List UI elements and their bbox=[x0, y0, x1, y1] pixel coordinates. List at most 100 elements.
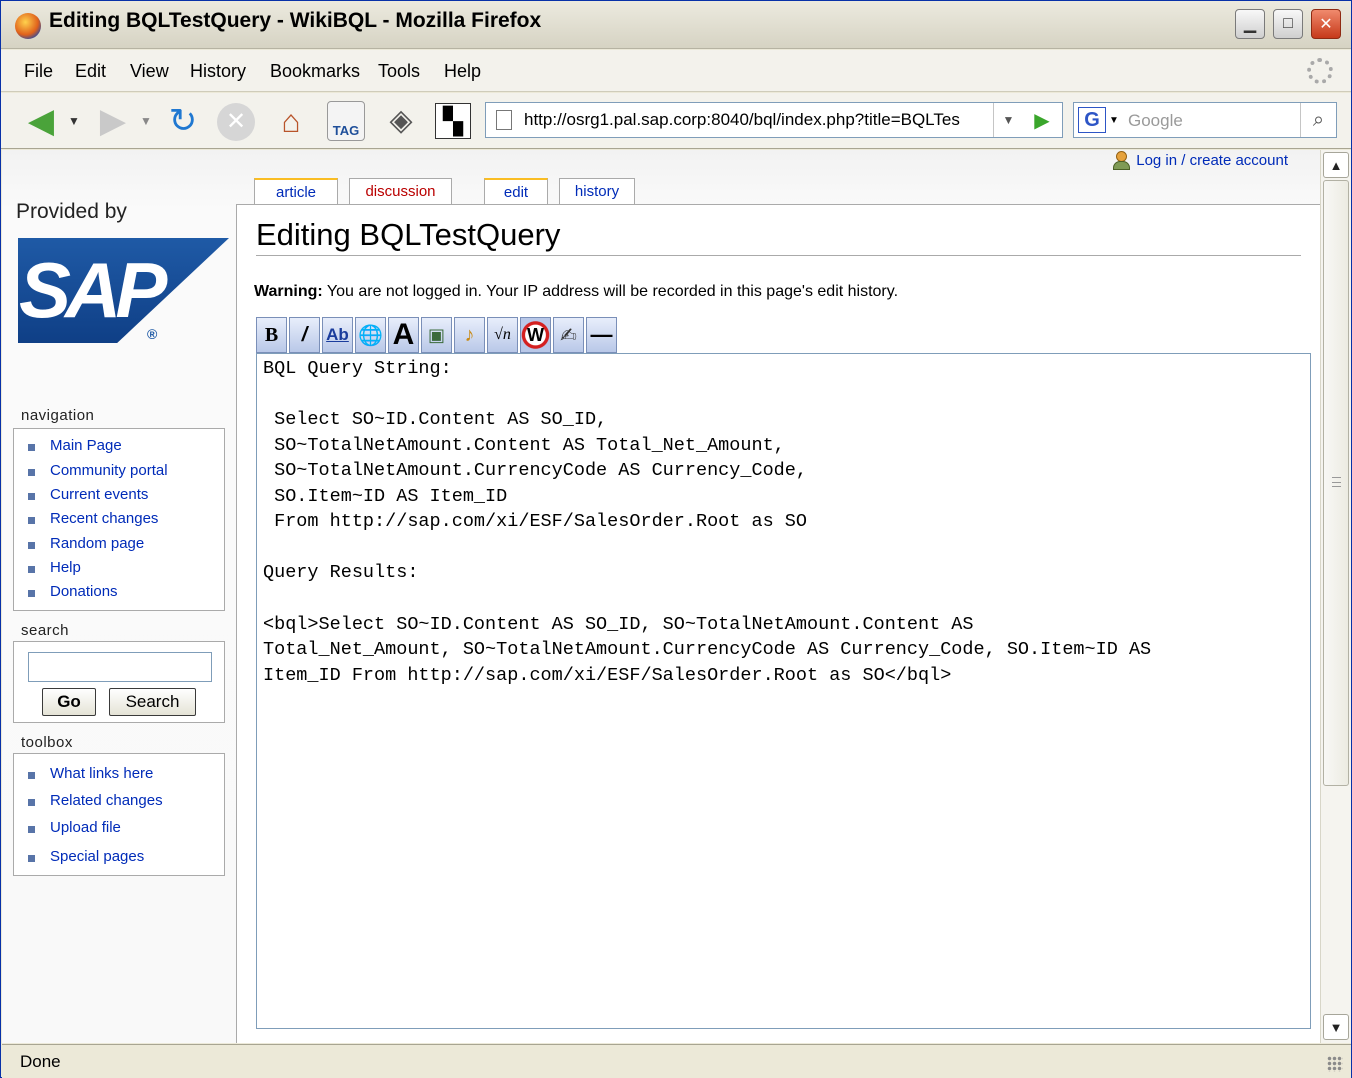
home-icon[interactable]: ⌂ bbox=[271, 101, 311, 141]
search-heading: search bbox=[21, 622, 70, 639]
page-icon bbox=[496, 110, 512, 130]
image-button[interactable]: ▣ bbox=[421, 317, 452, 353]
signature-icon: ✍ bbox=[560, 324, 577, 347]
menu-tools[interactable]: Tools bbox=[378, 61, 420, 82]
edit-textarea[interactable]: BQL Query String: Select SO~ID.Content A… bbox=[256, 353, 1311, 1029]
search-portlet: Go Search bbox=[13, 641, 225, 723]
forward-icon: ▶ bbox=[99, 102, 127, 140]
page-viewport: Log in / create account Provided by SAP … bbox=[2, 150, 1320, 1043]
sap-logo-text: SAP bbox=[19, 246, 167, 334]
media-button[interactable]: ♪ bbox=[454, 317, 485, 353]
signature-button[interactable]: ✍ bbox=[553, 317, 584, 353]
nav-main-page[interactable]: Main Page bbox=[28, 437, 122, 454]
textarea-line: Item_ID From http://sap.com/xi/ESF/Sales… bbox=[263, 665, 952, 686]
headline-button[interactable]: A bbox=[388, 317, 419, 353]
horizontal-line-icon: — bbox=[590, 322, 613, 347]
minimize-button[interactable]: ▁ bbox=[1235, 9, 1265, 39]
tag-icon[interactable]: TAG bbox=[327, 101, 365, 141]
bold-button[interactable]: B bbox=[256, 317, 287, 353]
nav-random-page[interactable]: Random page bbox=[28, 535, 144, 552]
toolbox-what-links-here[interactable]: What links here bbox=[28, 765, 153, 782]
navigation-portlet: Main Page Community portal Current event… bbox=[13, 428, 225, 611]
tab-discussion[interactable]: discussion bbox=[349, 178, 452, 204]
title-divider bbox=[256, 255, 1301, 256]
tab-history[interactable]: history bbox=[559, 178, 635, 204]
scroll-up-icon[interactable]: ▲ bbox=[1323, 152, 1349, 178]
web-search-input[interactable]: Google bbox=[1128, 111, 1183, 131]
menu-view[interactable]: View bbox=[130, 61, 169, 82]
browser-window: Editing BQLTestQuery - WikiBQL - Mozilla… bbox=[0, 0, 1352, 1078]
textarea-line: BQL Query String: bbox=[263, 358, 452, 379]
web-search-bar[interactable]: G ▼ Google ⌕ bbox=[1073, 102, 1337, 138]
search-button[interactable]: Search bbox=[109, 688, 196, 716]
nav-current-events[interactable]: Current events bbox=[28, 486, 148, 503]
throbber-icon bbox=[1307, 58, 1333, 84]
go-arrow-icon[interactable]: ▶ bbox=[1026, 105, 1058, 135]
textarea-line: Query Results: bbox=[263, 562, 419, 583]
navigation-heading: navigation bbox=[21, 407, 95, 424]
image-icon: ▣ bbox=[427, 324, 445, 345]
provided-by-text: Provided by bbox=[16, 200, 127, 223]
media-icon: ♪ bbox=[464, 323, 475, 346]
menu-file[interactable]: File bbox=[24, 61, 53, 82]
bold-icon: B bbox=[264, 323, 279, 346]
maximize-button[interactable]: □ bbox=[1273, 9, 1303, 39]
url-dropdown-icon[interactable]: ▼ bbox=[993, 103, 1023, 137]
url-input[interactable]: http://osrg1.pal.sap.corp:8040/bql/index… bbox=[524, 110, 988, 130]
engine-dropdown-icon: ▼ bbox=[1109, 114, 1119, 126]
textarea-line: Total_Net_Amount, SO~TotalNetAmount.Curr… bbox=[263, 639, 1152, 660]
back-icon[interactable]: ◀ bbox=[19, 103, 63, 139]
tab-edit[interactable]: edit bbox=[484, 178, 548, 204]
vertical-scrollbar[interactable]: ▲ ▼ bbox=[1320, 150, 1351, 1043]
textarea-line: From http://sap.com/xi/ESF/SalesOrder.Ro… bbox=[263, 511, 807, 532]
menu-help[interactable]: Help bbox=[444, 61, 481, 82]
back-dropdown-icon[interactable]: ▼ bbox=[65, 107, 83, 135]
wiki-search-input[interactable] bbox=[28, 652, 212, 682]
textarea-line: SO.Item~ID AS Item_ID bbox=[263, 486, 508, 507]
forward-dropdown-icon: ▼ bbox=[140, 114, 152, 128]
minimize-icon: ▁ bbox=[1243, 16, 1257, 33]
grip-icon bbox=[1332, 477, 1341, 487]
internal-link-icon: Ab bbox=[326, 325, 349, 344]
close-button[interactable]: ✕ bbox=[1311, 9, 1341, 39]
go-button[interactable]: Go bbox=[42, 688, 96, 716]
nowiki-icon: W bbox=[527, 324, 544, 345]
horizontal-line-button[interactable]: — bbox=[586, 317, 617, 353]
math-button[interactable]: √n bbox=[487, 317, 518, 353]
italic-icon: / bbox=[301, 323, 308, 346]
login-warning: Warning: You are not logged in. Your IP … bbox=[254, 283, 898, 301]
nav-recent-changes[interactable]: Recent changes bbox=[28, 510, 158, 527]
url-bar[interactable]: http://osrg1.pal.sap.corp:8040/bql/index… bbox=[485, 102, 1063, 138]
maximize-icon: □ bbox=[1283, 15, 1293, 32]
menu-bookmarks[interactable]: Bookmarks bbox=[270, 61, 360, 82]
nav-help[interactable]: Help bbox=[28, 559, 81, 576]
status-bar: Done bbox=[2, 1044, 1351, 1078]
internal-link-button[interactable]: Ab bbox=[322, 317, 353, 353]
resize-grip-icon[interactable] bbox=[1327, 1056, 1343, 1072]
login-link[interactable]: Log in / create account bbox=[1136, 150, 1288, 169]
nowiki-button[interactable]: W bbox=[520, 317, 551, 353]
menu-edit[interactable]: Edit bbox=[75, 61, 106, 82]
toolbox-related-changes[interactable]: Related changes bbox=[28, 792, 163, 809]
globe-icon: 🌐 bbox=[358, 324, 383, 347]
textarea-line: Select SO~ID.Content AS SO_ID, bbox=[263, 409, 608, 430]
italic-button[interactable]: / bbox=[289, 317, 320, 353]
bookmark-icon[interactable]: ◈ bbox=[381, 101, 421, 141]
tab-article[interactable]: article bbox=[254, 178, 338, 204]
menu-history[interactable]: History bbox=[190, 61, 246, 82]
user-icon bbox=[1112, 150, 1131, 170]
toolbox-special-pages[interactable]: Special pages bbox=[28, 848, 144, 865]
toolbox-upload-file[interactable]: Upload file bbox=[28, 819, 121, 836]
stop-icon: ✕ bbox=[217, 103, 255, 141]
scroll-down-icon[interactable]: ▼ bbox=[1323, 1014, 1349, 1040]
status-text: Done bbox=[20, 1052, 61, 1071]
nav-donations[interactable]: Donations bbox=[28, 583, 118, 600]
nav-community-portal[interactable]: Community portal bbox=[28, 462, 168, 479]
scroll-thumb[interactable] bbox=[1323, 180, 1349, 786]
external-link-button[interactable]: 🌐 bbox=[355, 317, 386, 353]
reload-icon[interactable]: ↻ bbox=[163, 101, 203, 141]
window-title: Editing BQLTestQuery - WikiBQL - Mozilla… bbox=[49, 9, 542, 32]
search-engine-selector[interactable]: G ▼ bbox=[1078, 107, 1124, 133]
magnifier-icon[interactable]: ⌕ bbox=[1300, 103, 1336, 137]
qr-icon[interactable]: ▚ bbox=[435, 103, 471, 139]
